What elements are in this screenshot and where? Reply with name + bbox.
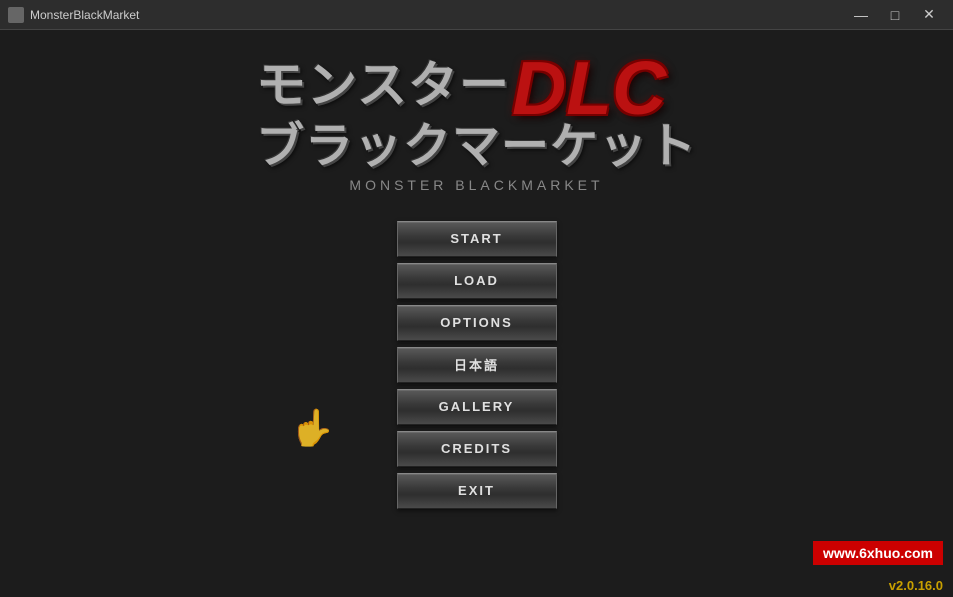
logo-row2: ブラックマーケット (256, 123, 697, 171)
main-content: モンスター DLC ブラックマーケット MONSTER BLACKMARKET … (0, 30, 953, 597)
logo-graphic: モンスター DLC ブラックマーケット (256, 60, 697, 171)
load-button[interactable]: LOAD (397, 263, 557, 299)
app-window: MonsterBlackMarket — □ ✕ モンスター DLC ブラックマ… (0, 0, 953, 597)
options-button[interactable]: OPTIONS (397, 305, 557, 341)
exit-button[interactable]: EXIT (397, 473, 557, 509)
gallery-button[interactable]: GALLERY (397, 389, 557, 425)
version-label: v2.0.16.0 (889, 578, 943, 593)
logo-dlc: DLC (512, 55, 666, 123)
main-menu: START LOAD OPTIONS 日本語 GALLERY CREDITS E… (397, 221, 557, 509)
start-button[interactable]: START (397, 221, 557, 257)
logo-subtitle: MONSTER BLACKMARKET (256, 177, 697, 193)
cursor-icon: 👆 (290, 407, 335, 449)
close-button[interactable]: ✕ (913, 4, 945, 26)
credits-button[interactable]: CREDITS (397, 431, 557, 467)
watermark-badge: www.6xhuo.com (813, 541, 943, 565)
logo-row1: モンスター DLC (256, 60, 666, 123)
titlebar: MonsterBlackMarket — □ ✕ (0, 0, 953, 30)
minimize-button[interactable]: — (845, 4, 877, 26)
language-button[interactable]: 日本語 (397, 347, 557, 383)
logo-japanese-line2: ブラックマーケット (256, 120, 697, 173)
window-controls: — □ ✕ (845, 4, 945, 26)
logo-area: モンスター DLC ブラックマーケット MONSTER BLACKMARKET (256, 60, 697, 193)
app-icon (8, 7, 24, 23)
maximize-button[interactable]: □ (879, 4, 911, 26)
window-title: MonsterBlackMarket (30, 8, 845, 22)
logo-japanese-line1: モンスター (256, 60, 510, 110)
